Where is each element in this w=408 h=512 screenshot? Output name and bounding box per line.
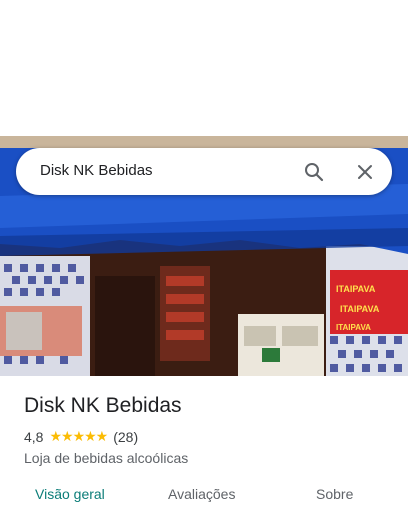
rating-row[interactable]: 4,8 ★★★★★ (28) xyxy=(24,428,138,445)
banner-text-1: ITAIPAVA xyxy=(336,284,376,294)
rating-value: 4,8 xyxy=(24,428,44,445)
star-rating-icon: ★★★★★ xyxy=(49,428,108,444)
close-button[interactable] xyxy=(353,160,377,184)
close-icon xyxy=(358,165,372,179)
search-input[interactable] xyxy=(40,162,280,179)
banner-text-2: ITAIPAVA xyxy=(340,304,380,314)
banner-text-3: ITAIPAVA xyxy=(336,323,371,332)
place-category[interactable]: Loja de bebidas alcoólicas xyxy=(24,450,188,466)
review-count[interactable]: (28) xyxy=(113,429,138,445)
place-title: Disk NK Bebidas xyxy=(24,394,182,417)
search-icon xyxy=(305,163,324,182)
tab-overview[interactable]: Visão geral xyxy=(35,486,105,502)
search-button[interactable] xyxy=(302,160,326,184)
tab-about[interactable]: Sobre xyxy=(316,486,353,502)
search-bar xyxy=(16,148,392,195)
place-tabs: Visão geral Avaliações Sobre xyxy=(0,486,408,512)
tab-reviews[interactable]: Avaliações xyxy=(168,486,235,502)
